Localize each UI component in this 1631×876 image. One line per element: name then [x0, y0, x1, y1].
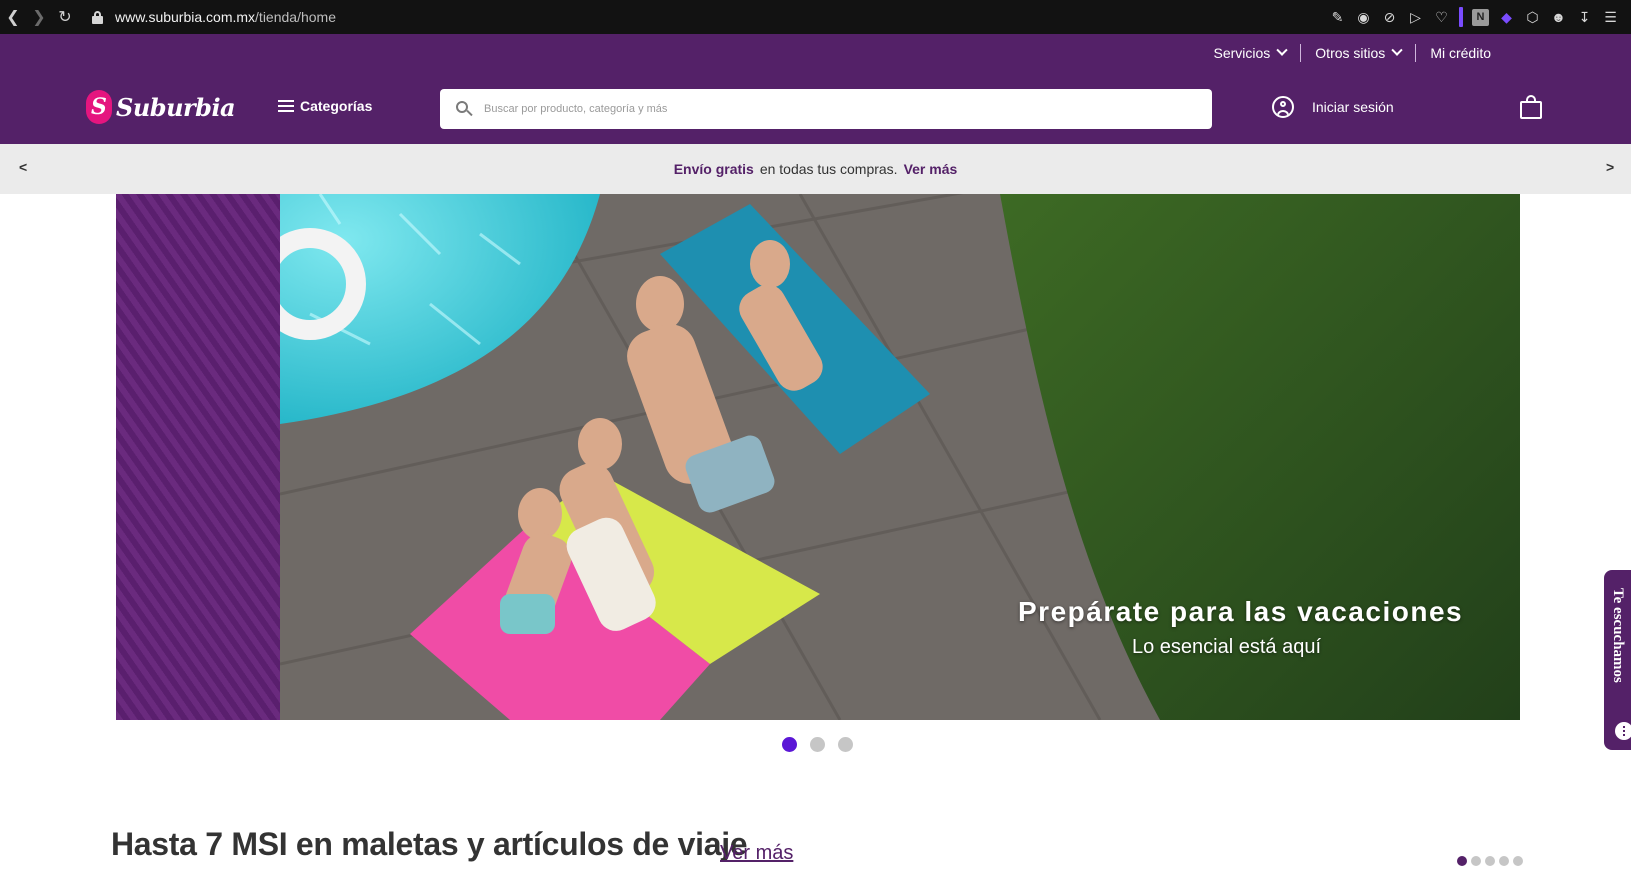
carousel-dot[interactable] — [782, 737, 797, 752]
promo-text: en todas tus compras. — [759, 161, 898, 177]
logo-badge: S — [86, 90, 112, 124]
camera-icon[interactable]: ◉ — [1355, 9, 1372, 26]
lock-icon — [92, 10, 103, 24]
otros-sitios-label: Otros sitios — [1315, 45, 1386, 61]
mi-credito-label: Mi crédito — [1430, 45, 1491, 61]
menu-icon[interactable]: ☰ — [1602, 9, 1619, 26]
utility-bar: Servicios Otros sitios Mi crédito — [0, 34, 1631, 72]
carousel-dot[interactable] — [838, 737, 853, 752]
section-pagination — [1457, 856, 1523, 866]
servicios-label: Servicios — [1213, 45, 1271, 61]
promo-bar: < Envío gratis en todas tus compras. Ver… — [0, 144, 1631, 194]
heart-icon[interactable]: ♡ — [1433, 9, 1450, 26]
section-title: Hasta 7 MSI en maletas y artículos de vi… — [111, 826, 748, 862]
main-header: S Suburbia Categorías Iniciar sesión — [0, 72, 1631, 144]
section-ver-mas-link[interactable]: Ver más — [720, 842, 793, 865]
promo-highlight: Envío gratis — [673, 161, 754, 177]
block-icon[interactable]: ⊘ — [1381, 9, 1398, 26]
shopping-bag-icon[interactable] — [1520, 95, 1542, 119]
user-icon — [1272, 96, 1294, 118]
login-label: Iniciar sesión — [1312, 99, 1394, 115]
feedback-tab[interactable]: Te escuchamos — [1604, 570, 1631, 750]
promo-ver-mas-link[interactable]: Ver más — [904, 161, 958, 177]
categorias-button[interactable]: Categorías — [278, 98, 372, 114]
chat-icon — [1615, 722, 1631, 740]
search-box — [440, 89, 1212, 129]
categorias-label: Categorías — [300, 98, 373, 114]
mi-credito-link[interactable]: Mi crédito — [1416, 45, 1505, 61]
send-icon[interactable]: ▷ — [1407, 9, 1424, 26]
suburbia-logo[interactable]: S Suburbia — [86, 90, 236, 124]
promo-prev-button[interactable]: < — [19, 159, 27, 175]
back-icon[interactable]: ❮ — [0, 0, 26, 34]
reload-icon[interactable]: ↻ — [52, 0, 78, 34]
url-path: /tienda/home — [255, 9, 336, 25]
forward-icon[interactable]: ❯ — [26, 0, 52, 34]
hero-title: Prepárate para las vacaciones — [1018, 596, 1464, 627]
carousel-dots — [782, 737, 853, 752]
servicios-dropdown[interactable]: Servicios — [1200, 44, 1301, 61]
hero-banner[interactable]: Prepárate para las vacaciones Lo esencia… — [116, 194, 1520, 720]
section-page-dot[interactable] — [1513, 856, 1523, 866]
hero-purple-pattern — [116, 194, 280, 720]
hero-subtitle: Lo esencial está aquí — [1132, 636, 1322, 658]
diamond-icon[interactable]: ◆ — [1498, 9, 1515, 26]
promo-next-button[interactable]: > — [1606, 159, 1614, 175]
section-page-dot[interactable] — [1485, 856, 1495, 866]
section-page-dot[interactable] — [1457, 856, 1467, 866]
extension-divider — [1459, 7, 1463, 27]
logo-text: Suburbia — [116, 92, 236, 122]
browser-toolbar: ❮ ❯ ↻ www.suburbia.com.mx/tienda/home ✎ … — [0, 0, 1631, 34]
search-icon[interactable] — [456, 101, 473, 117]
url-domain: www.suburbia.com.mx — [115, 9, 256, 25]
extension-icons: ✎ ◉ ⊘ ▷ ♡ N ◆ ⬡ ☻ ↧ ☰ — [1329, 0, 1619, 34]
section-page-dot[interactable] — [1471, 856, 1481, 866]
hamburger-icon — [278, 100, 294, 112]
profile-icon[interactable]: ☻ — [1550, 9, 1567, 26]
feedback-label: Te escuchamos — [1610, 588, 1626, 683]
download-icon[interactable]: ↧ — [1576, 9, 1593, 26]
utility-links: Servicios Otros sitios Mi crédito — [1200, 34, 1506, 72]
hero-image — [280, 194, 1520, 720]
cube-icon[interactable]: ⬡ — [1524, 9, 1541, 26]
chevron-down-icon — [1276, 44, 1288, 56]
carousel-dot[interactable] — [810, 737, 825, 752]
extension-n-icon[interactable]: N — [1472, 8, 1489, 26]
edit-icon[interactable]: ✎ — [1329, 9, 1346, 26]
chevron-down-icon — [1391, 44, 1403, 56]
otros-sitios-dropdown[interactable]: Otros sitios — [1301, 44, 1415, 61]
section-page-dot[interactable] — [1499, 856, 1509, 866]
address-bar[interactable]: www.suburbia.com.mx/tienda/home — [92, 9, 336, 25]
login-button[interactable]: Iniciar sesión — [1272, 96, 1394, 118]
search-input[interactable] — [484, 103, 1184, 115]
